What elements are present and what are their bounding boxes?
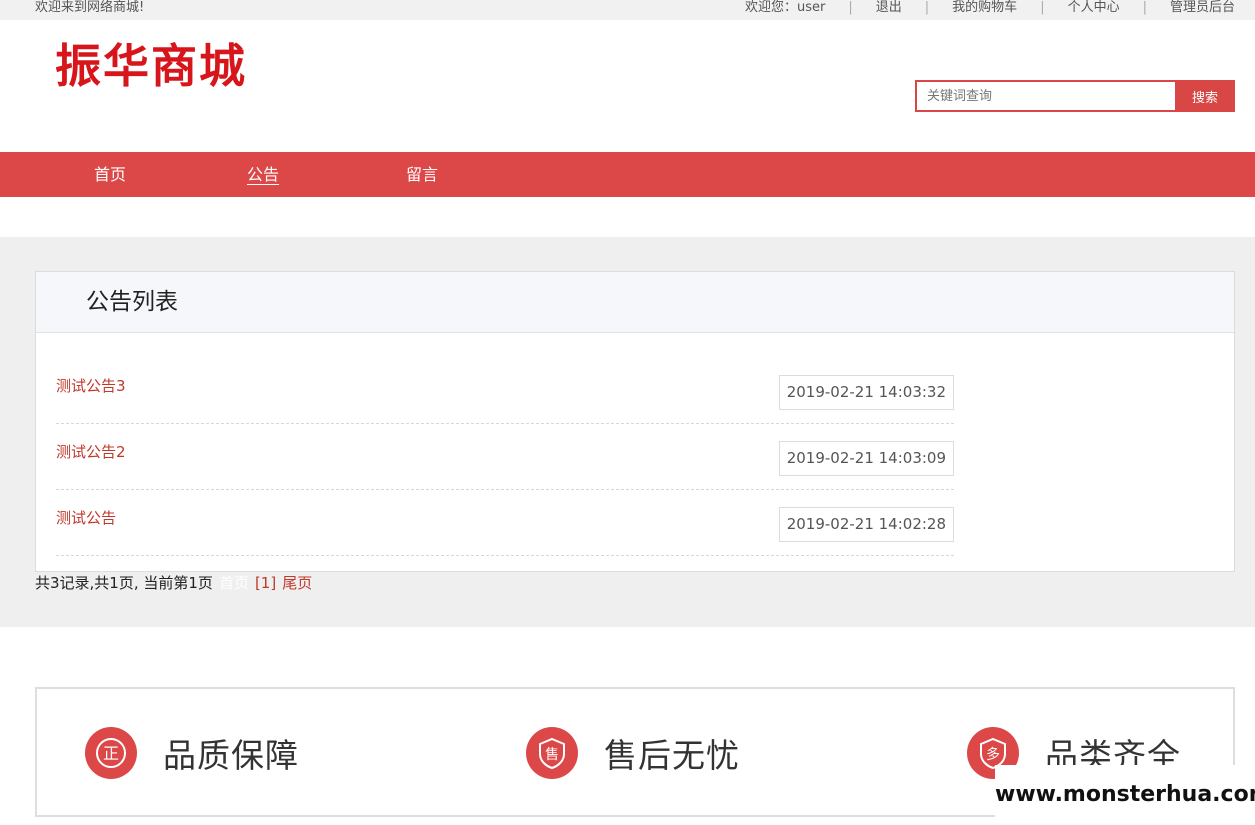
notice-title[interactable]: 测试公告2 — [56, 441, 126, 462]
feature-label: 售后无忧 — [604, 736, 740, 775]
search-bar: 搜索 — [915, 80, 1235, 112]
badge-glyph: 售 — [545, 747, 559, 763]
divider: | — [1142, 0, 1147, 15]
search-button[interactable]: 搜索 — [1175, 80, 1235, 112]
pagination-summary: 共3记录,共1页, 当前第1页 — [35, 574, 213, 592]
welcome-text: 欢迎来到网络商城! — [35, 0, 145, 15]
admin-link[interactable]: 管理员后台 — [1170, 0, 1235, 16]
list-item: 测试公告 2019-02-21 14:02:28 — [56, 490, 954, 556]
notice-panel: 公告列表 测试公告3 2019-02-21 14:03:32 测试公告2 201… — [35, 271, 1235, 572]
divider: | — [924, 0, 930, 15]
list-item: 测试公告3 2019-02-21 14:03:32 — [56, 358, 954, 424]
badge-glyph: 多 — [986, 746, 1000, 763]
first-page-link: 首页 — [218, 574, 249, 592]
notice-date: 2019-02-21 14:02:28 — [778, 507, 954, 542]
user-greeting: 欢迎您：user — [745, 0, 826, 15]
notice-title[interactable]: 测试公告 — [56, 507, 116, 528]
search-input[interactable] — [915, 80, 1175, 112]
logout-link[interactable]: 退出 — [876, 0, 902, 16]
notice-title[interactable]: 测试公告3 — [56, 375, 126, 396]
site-logo[interactable]: 振华商城 — [55, 38, 247, 94]
profile-link[interactable]: 个人中心 — [1068, 0, 1120, 16]
panel-title: 公告列表 — [36, 272, 1234, 333]
notice-date: 2019-02-21 14:03:32 — [778, 375, 954, 410]
feature-label: 品质保障 — [163, 736, 299, 775]
divider: | — [848, 0, 853, 15]
badge-glyph: 正 — [103, 744, 119, 763]
nav-item-messages[interactable]: 留言 — [406, 152, 438, 197]
main-nav: 首页 公告 留言 — [0, 152, 1255, 197]
last-page-link[interactable]: 尾页 — [282, 573, 312, 593]
divider: | — [1040, 0, 1045, 15]
pagination: 共3记录,共1页, 当前第1页 首页 [1] 尾页 — [35, 573, 312, 593]
page-1-link[interactable]: [1] — [255, 573, 276, 593]
top-links: 欢迎您：user | 退出 | 我的购物车 | 个人中心 | 管理员后台 — [745, 0, 1235, 16]
feature-after-sales: 售 售后无忧 — [526, 727, 740, 779]
certificate-icon: 正 — [85, 727, 137, 779]
nav-item-notices[interactable]: 公告 — [247, 152, 279, 197]
shield-icon: 售 — [526, 727, 578, 779]
notice-date: 2019-02-21 14:03:09 — [778, 441, 954, 476]
cart-link[interactable]: 我的购物车 — [952, 0, 1017, 16]
nav-item-home[interactable]: 首页 — [94, 152, 126, 197]
top-bar: 欢迎来到网络商城! 欢迎您：user | 退出 | 我的购物车 | 个人中心 |… — [0, 0, 1255, 20]
list-item: 测试公告2 2019-02-21 14:03:09 — [56, 424, 954, 490]
watermark: www.monsterhua.com — [995, 765, 1255, 825]
feature-quality: 正 品质保障 — [85, 727, 299, 779]
